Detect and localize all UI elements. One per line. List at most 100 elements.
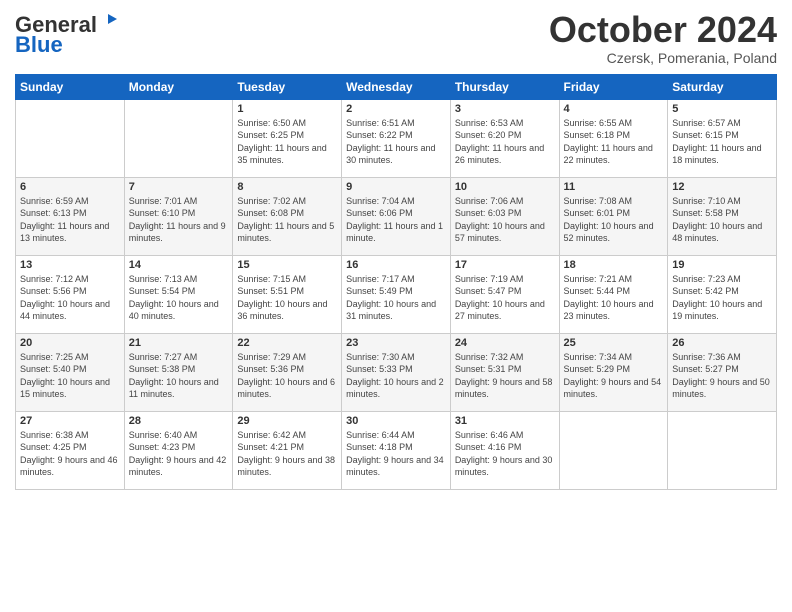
day-number: 12: [672, 181, 772, 193]
day-number: 24: [455, 337, 555, 349]
calendar-body: 1 Sunrise: 6:50 AMSunset: 6:25 PMDaylight…: [16, 99, 777, 489]
day-number: 19: [672, 259, 772, 271]
day-number: 18: [564, 259, 664, 271]
day-info: Sunrise: 7:25 AMSunset: 5:40 PMDaylight:…: [20, 351, 120, 401]
calendar-cell: 6 Sunrise: 6:59 AMSunset: 6:13 PMDaylight…: [16, 177, 125, 255]
day-number: 25: [564, 337, 664, 349]
day-info: Sunrise: 7:34 AMSunset: 5:29 PMDaylight:…: [564, 351, 664, 401]
day-number: 6: [20, 181, 120, 193]
day-info: Sunrise: 6:38 AMSunset: 4:25 PMDaylight:…: [20, 429, 120, 479]
day-info: Sunrise: 7:10 AMSunset: 5:58 PMDaylight:…: [672, 195, 772, 245]
calendar-week-row: 13 Sunrise: 7:12 AMSunset: 5:56 PMDayligh…: [16, 255, 777, 333]
day-number: 9: [346, 181, 446, 193]
calendar-cell: 18 Sunrise: 7:21 AMSunset: 5:44 PMDayligh…: [559, 255, 668, 333]
day-number: 21: [129, 337, 229, 349]
day-info: Sunrise: 6:59 AMSunset: 6:13 PMDaylight:…: [20, 195, 120, 245]
location: Czersk, Pomerania, Poland: [549, 50, 777, 66]
calendar-cell: 2 Sunrise: 6:51 AMSunset: 6:22 PMDaylight…: [342, 99, 451, 177]
day-number: 30: [346, 415, 446, 427]
day-number: 11: [564, 181, 664, 193]
calendar-cell: 25 Sunrise: 7:34 AMSunset: 5:29 PMDayligh…: [559, 333, 668, 411]
day-info: Sunrise: 7:19 AMSunset: 5:47 PMDaylight:…: [455, 273, 555, 323]
calendar-cell: 3 Sunrise: 6:53 AMSunset: 6:20 PMDaylight…: [450, 99, 559, 177]
day-info: Sunrise: 7:32 AMSunset: 5:31 PMDaylight:…: [455, 351, 555, 401]
calendar-week-row: 27 Sunrise: 6:38 AMSunset: 4:25 PMDayligh…: [16, 411, 777, 489]
day-info: Sunrise: 6:40 AMSunset: 4:23 PMDaylight:…: [129, 429, 229, 479]
calendar-cell: 13 Sunrise: 7:12 AMSunset: 5:56 PMDayligh…: [16, 255, 125, 333]
day-number: 27: [20, 415, 120, 427]
day-info: Sunrise: 6:51 AMSunset: 6:22 PMDaylight:…: [346, 117, 446, 167]
day-number: 15: [237, 259, 337, 271]
col-sunday: Sunday: [16, 74, 125, 99]
calendar-cell: [124, 99, 233, 177]
calendar-cell: 8 Sunrise: 7:02 AMSunset: 6:08 PMDaylight…: [233, 177, 342, 255]
col-wednesday: Wednesday: [342, 74, 451, 99]
day-number: 14: [129, 259, 229, 271]
day-info: Sunrise: 7:30 AMSunset: 5:33 PMDaylight:…: [346, 351, 446, 401]
logo-text: General Blue: [15, 14, 117, 56]
day-info: Sunrise: 6:55 AMSunset: 6:18 PMDaylight:…: [564, 117, 664, 167]
logo-blue: Blue: [15, 34, 117, 56]
day-info: Sunrise: 7:29 AMSunset: 5:36 PMDaylight:…: [237, 351, 337, 401]
calendar-cell: 7Sunrise: 7:01 AMSunset: 6:10 PMDaylight…: [124, 177, 233, 255]
calendar-cell: 31 Sunrise: 6:46 AMSunset: 4:16 PMDayligh…: [450, 411, 559, 489]
calendar-cell: 21 Sunrise: 7:27 AMSunset: 5:38 PMDayligh…: [124, 333, 233, 411]
calendar-header: Sunday Monday Tuesday Wednesday Thursday…: [16, 74, 777, 99]
calendar-cell: 14 Sunrise: 7:13 AMSunset: 5:54 PMDayligh…: [124, 255, 233, 333]
day-number: 13: [20, 259, 120, 271]
day-info: Sunrise: 7:04 AMSunset: 6:06 PMDaylight:…: [346, 195, 446, 245]
month-title: October 2024: [549, 10, 777, 50]
day-number: 29: [237, 415, 337, 427]
day-info: Sunrise: 6:53 AMSunset: 6:20 PMDaylight:…: [455, 117, 555, 167]
day-info: Sunrise: 7:12 AMSunset: 5:56 PMDaylight:…: [20, 273, 120, 323]
calendar-cell: 1 Sunrise: 6:50 AMSunset: 6:25 PMDaylight…: [233, 99, 342, 177]
col-tuesday: Tuesday: [233, 74, 342, 99]
calendar-cell: 30 Sunrise: 6:44 AMSunset: 4:18 PMDayligh…: [342, 411, 451, 489]
day-info: Sunrise: 7:21 AMSunset: 5:44 PMDaylight:…: [564, 273, 664, 323]
calendar-week-row: 6 Sunrise: 6:59 AMSunset: 6:13 PMDaylight…: [16, 177, 777, 255]
day-number: 2: [346, 103, 446, 115]
calendar-cell: 5Sunrise: 6:57 AMSunset: 6:15 PMDaylight…: [668, 99, 777, 177]
day-info: Sunrise: 6:50 AMSunset: 6:25 PMDaylight:…: [237, 117, 337, 167]
header-row: Sunday Monday Tuesday Wednesday Thursday…: [16, 74, 777, 99]
calendar-page: General Blue October 2024 Czersk, Pomera…: [0, 0, 792, 612]
day-number: 5: [672, 103, 772, 115]
day-number: 8: [237, 181, 337, 193]
day-number: 26: [672, 337, 772, 349]
day-number: 7: [129, 181, 229, 193]
logo: General Blue: [15, 14, 117, 56]
header: General Blue October 2024 Czersk, Pomera…: [15, 10, 777, 66]
day-number: 3: [455, 103, 555, 115]
col-friday: Friday: [559, 74, 668, 99]
day-number: 10: [455, 181, 555, 193]
calendar-cell: [16, 99, 125, 177]
calendar-cell: 12 Sunrise: 7:10 AMSunset: 5:58 PMDayligh…: [668, 177, 777, 255]
calendar-cell: 15 Sunrise: 7:15 AMSunset: 5:51 PMDayligh…: [233, 255, 342, 333]
day-info: Sunrise: 7:08 AMSunset: 6:01 PMDaylight:…: [564, 195, 664, 245]
calendar-table: Sunday Monday Tuesday Wednesday Thursday…: [15, 74, 777, 490]
calendar-cell: 19 Sunrise: 7:23 AMSunset: 5:42 PMDayligh…: [668, 255, 777, 333]
day-info: Sunrise: 7:17 AMSunset: 5:49 PMDaylight:…: [346, 273, 446, 323]
day-info: Sunrise: 7:02 AMSunset: 6:08 PMDaylight:…: [237, 195, 337, 245]
calendar-cell: 26Sunrise: 7:36 AMSunset: 5:27 PMDayligh…: [668, 333, 777, 411]
calendar-cell: 4Sunrise: 6:55 AMSunset: 6:18 PMDaylight…: [559, 99, 668, 177]
day-number: 31: [455, 415, 555, 427]
day-info: Sunrise: 6:46 AMSunset: 4:16 PMDaylight:…: [455, 429, 555, 479]
calendar-cell: 9 Sunrise: 7:04 AMSunset: 6:06 PMDaylight…: [342, 177, 451, 255]
day-info: Sunrise: 7:15 AMSunset: 5:51 PMDaylight:…: [237, 273, 337, 323]
title-block: October 2024 Czersk, Pomerania, Poland: [549, 10, 777, 66]
calendar-cell: [559, 411, 668, 489]
day-info: Sunrise: 7:13 AMSunset: 5:54 PMDaylight:…: [129, 273, 229, 323]
day-info: Sunrise: 7:23 AMSunset: 5:42 PMDaylight:…: [672, 273, 772, 323]
day-info: Sunrise: 7:27 AMSunset: 5:38 PMDaylight:…: [129, 351, 229, 401]
calendar-cell: 16Sunrise: 7:17 AMSunset: 5:49 PMDayligh…: [342, 255, 451, 333]
day-number: 1: [237, 103, 337, 115]
day-info: Sunrise: 7:06 AMSunset: 6:03 PMDaylight:…: [455, 195, 555, 245]
day-number: 22: [237, 337, 337, 349]
calendar-week-row: 20Sunrise: 7:25 AMSunset: 5:40 PMDayligh…: [16, 333, 777, 411]
calendar-cell: 10 Sunrise: 7:06 AMSunset: 6:03 PMDayligh…: [450, 177, 559, 255]
day-number: 28: [129, 415, 229, 427]
day-info: Sunrise: 6:44 AMSunset: 4:18 PMDaylight:…: [346, 429, 446, 479]
day-number: 17: [455, 259, 555, 271]
col-saturday: Saturday: [668, 74, 777, 99]
